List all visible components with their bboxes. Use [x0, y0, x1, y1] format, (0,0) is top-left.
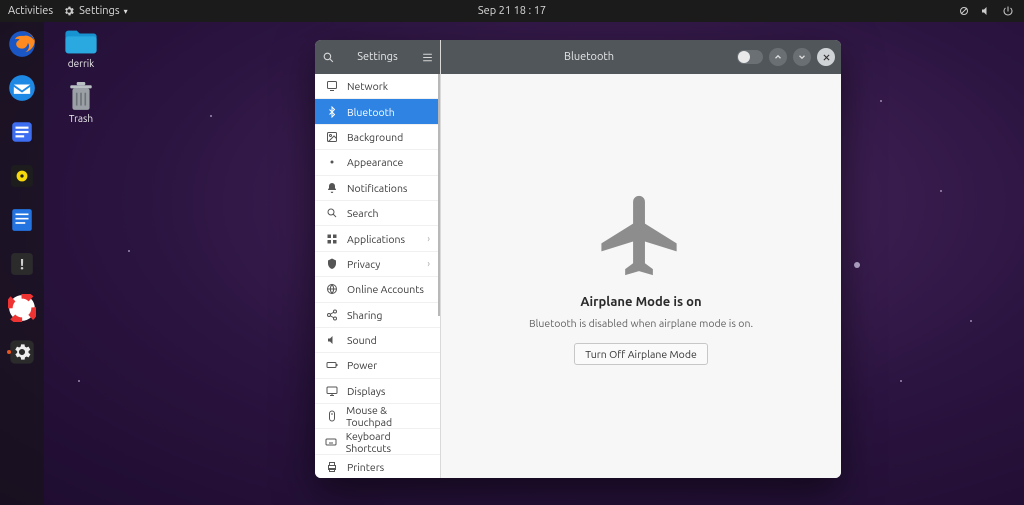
bluetooth-toggle[interactable] — [737, 50, 763, 64]
panel-content: Airplane Mode is on Bluetooth is disable… — [441, 74, 841, 478]
window-close-button[interactable] — [817, 48, 835, 66]
sidebar-item-privacy[interactable]: Privacy › — [315, 252, 440, 277]
sidebar-item-appearance[interactable]: Appearance — [315, 150, 440, 175]
sidebar-item-bluetooth[interactable]: Bluetooth — [315, 99, 440, 124]
sidebar-item-printers[interactable]: Printers — [315, 455, 440, 478]
notifications-icon — [325, 182, 339, 194]
sidebar-item-label: Background — [347, 131, 403, 143]
sidebar-item-label: Bluetooth — [347, 106, 395, 118]
dock-settings[interactable] — [6, 336, 38, 368]
keyboard-icon — [325, 436, 338, 448]
sidebar-item-background[interactable]: Background — [315, 125, 440, 150]
sidebar-item-search[interactable]: Search — [315, 201, 440, 226]
airplane-icon — [586, 188, 696, 287]
sidebar-item-mouse-touchpad[interactable]: Mouse & Touchpad — [315, 404, 440, 429]
sidebar-item-notifications[interactable]: Notifications — [315, 176, 440, 201]
dock-writer[interactable] — [6, 204, 38, 236]
sidebar-scrollbar[interactable] — [438, 74, 440, 478]
window-maximize-button[interactable] — [793, 48, 811, 66]
sidebar-header: Settings — [315, 40, 440, 74]
sidebar-item-label: Search — [347, 207, 379, 219]
network-icon — [325, 80, 339, 92]
sidebar-list[interactable]: Network Bluetooth Background Appearance Noti… — [315, 74, 440, 478]
sidebar-item-label: Online Accounts — [347, 283, 424, 295]
turn-off-airplane-mode-button[interactable]: Turn Off Airplane Mode — [574, 343, 708, 365]
dock-thunderbird[interactable] — [6, 72, 38, 104]
panel-title: Bluetooth — [447, 51, 731, 63]
sidebar-item-power[interactable]: Power — [315, 353, 440, 378]
activities-button[interactable]: Activities — [8, 5, 53, 17]
sidebar-title: Settings — [341, 51, 414, 63]
svg-text:!: ! — [20, 255, 24, 272]
window-minimize-button[interactable] — [769, 48, 787, 66]
sidebar-item-label: Notifications — [347, 182, 408, 194]
sidebar-item-label: Power — [347, 359, 377, 371]
desktop: derrik Trash — [55, 28, 107, 124]
sidebar-item-applications[interactable]: Applications › — [315, 226, 440, 251]
panel-header: Bluetooth — [441, 40, 841, 74]
airplane-mode-subtext: Bluetooth is disabled when airplane mode… — [529, 317, 753, 329]
sidebar-item-network[interactable]: Network — [315, 74, 440, 99]
background-icon — [325, 131, 339, 143]
power-icon[interactable] — [1002, 5, 1014, 17]
sound-icon — [325, 334, 339, 346]
displays-icon — [325, 385, 339, 397]
dock-help[interactable] — [6, 292, 38, 324]
dock-firefox[interactable] — [6, 28, 38, 60]
applications-icon — [325, 233, 339, 245]
app-menu[interactable]: Settings ▾ — [63, 5, 128, 17]
dock-files[interactable] — [6, 116, 38, 148]
sidebar-item-label: Appearance — [347, 156, 403, 168]
chevron-right-icon: › — [427, 258, 430, 269]
sidebar-item-displays[interactable]: Displays — [315, 379, 440, 404]
sidebar-item-online-accounts[interactable]: Online Accounts — [315, 277, 440, 302]
sidebar-item-label: Mouse & Touchpad — [346, 404, 430, 428]
desktop-trash-label: Trash — [69, 113, 93, 124]
desktop-trash[interactable]: Trash — [55, 83, 107, 124]
sidebar-item-sharing[interactable]: Sharing — [315, 303, 440, 328]
chevron-right-icon: › — [427, 233, 430, 244]
mouse-icon — [325, 410, 338, 422]
sidebar-item-label: Printers — [347, 461, 384, 473]
network-status-icon[interactable] — [958, 5, 970, 17]
dock: ! — [0, 22, 44, 505]
top-bar: Activities Settings ▾ Sep 21 18 : 17 — [0, 0, 1024, 22]
airplane-mode-heading: Airplane Mode is on — [580, 295, 701, 309]
sidebar-item-label: Sharing — [347, 309, 382, 321]
sidebar-item-label: Keyboard Shortcuts — [346, 430, 430, 454]
settings-window: Settings Network Bluetooth Background Appea… — [315, 40, 841, 478]
clock[interactable]: Sep 21 18 : 17 — [478, 5, 546, 17]
sidebar-item-label: Network — [347, 80, 388, 92]
desktop-folder-label: derrik — [68, 58, 94, 69]
sharing-icon — [325, 309, 339, 321]
trash-icon — [63, 83, 99, 111]
settings-main: Bluetooth Airplane Mode is on Bluetooth … — [441, 40, 841, 478]
hamburger-menu-button[interactable] — [414, 51, 440, 64]
printers-icon — [325, 461, 339, 473]
settings-sidebar: Settings Network Bluetooth Background Appea… — [315, 40, 441, 478]
sidebar-item-keyboard-shortcuts[interactable]: Keyboard Shortcuts — [315, 429, 440, 454]
search-icon — [325, 207, 339, 219]
volume-icon[interactable] — [980, 5, 992, 17]
accounts-icon — [325, 283, 339, 295]
sidebar-item-label: Displays — [347, 385, 385, 397]
gear-icon — [63, 5, 75, 17]
sidebar-item-sound[interactable]: Sound — [315, 328, 440, 353]
dock-software[interactable]: ! — [6, 248, 38, 280]
folder-icon — [63, 28, 99, 56]
bluetooth-icon — [325, 106, 339, 118]
sidebar-item-label: Applications — [347, 233, 405, 245]
appearance-icon — [325, 156, 339, 168]
privacy-icon — [325, 258, 339, 270]
dock-rhythmbox[interactable] — [6, 160, 38, 192]
chevron-down-icon: ▾ — [124, 7, 128, 16]
app-menu-label: Settings — [79, 5, 120, 17]
desktop-folder-derrik[interactable]: derrik — [55, 28, 107, 69]
sidebar-item-label: Sound — [347, 334, 377, 346]
power-icon — [325, 359, 339, 371]
sidebar-item-label: Privacy — [347, 258, 380, 270]
search-button[interactable] — [315, 51, 341, 64]
